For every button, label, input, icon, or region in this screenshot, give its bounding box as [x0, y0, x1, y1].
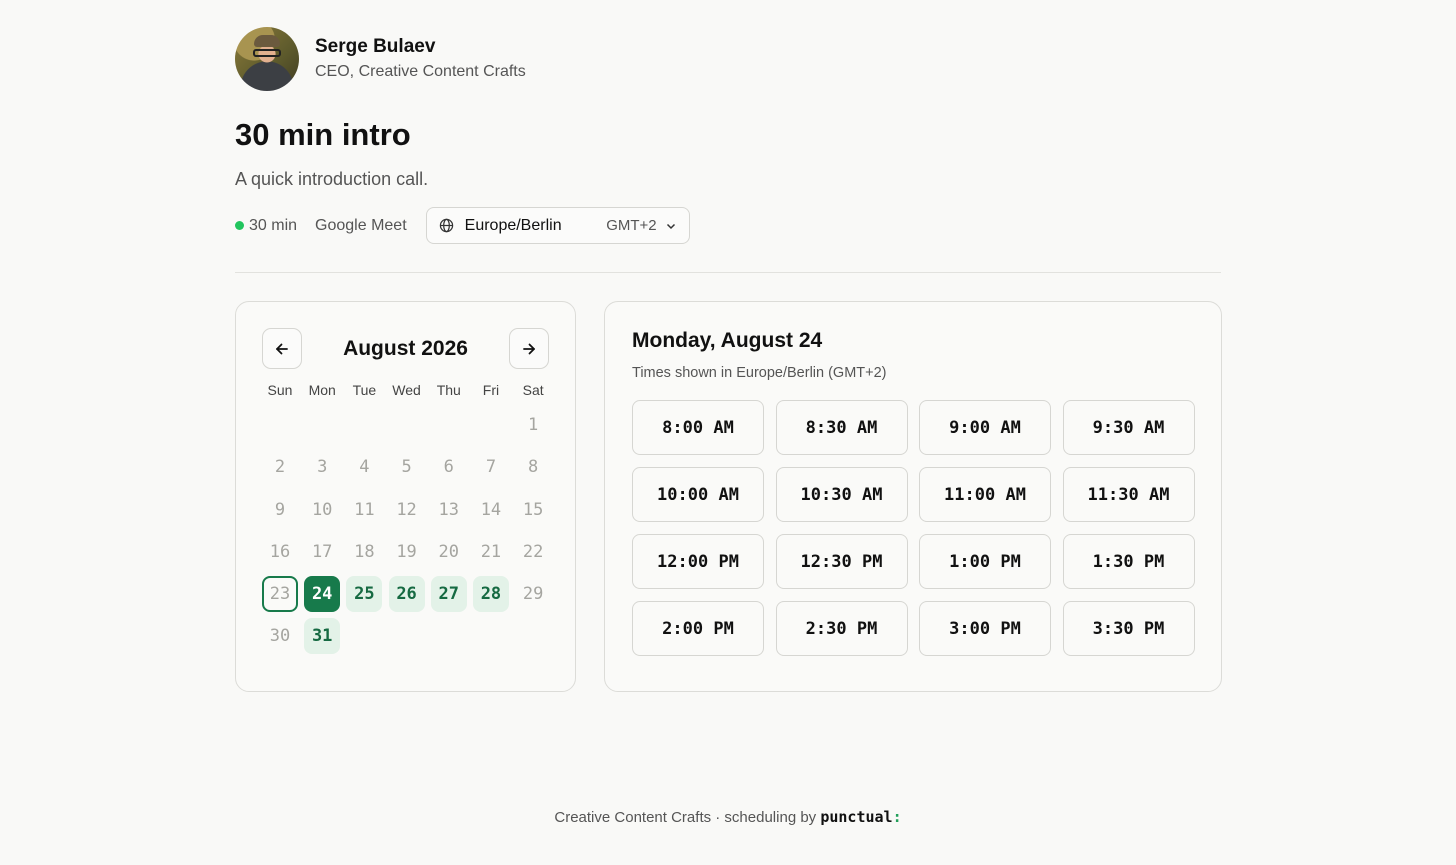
weekday-label: Tue — [352, 382, 377, 398]
calendar-day-13: 13 — [438, 499, 459, 520]
arrow-right-icon — [523, 343, 535, 354]
calendar-day-30: 30 — [269, 626, 291, 647]
time-slot-button[interactable]: 9:30 AM — [1062, 400, 1195, 455]
time-slot-button[interactable]: 8:30 AM — [775, 400, 908, 455]
time-slot-button[interactable]: 3:00 PM — [919, 601, 1051, 656]
duration-label: 30 min — [249, 216, 298, 234]
time-slot-button[interactable]: 2:30 PM — [775, 601, 908, 656]
footer: Creative Content Crafts · scheduling by … — [0, 808, 1456, 826]
calendar-day-12: 12 — [396, 499, 417, 520]
time-slot-button[interactable]: 11:00 AM — [919, 467, 1051, 522]
event-meta: 30 min Google Meet Europe/Berlin GMT+2 — [235, 207, 1221, 244]
event-title: 30 min intro — [235, 117, 411, 152]
calendar-day-15: 15 — [522, 499, 544, 520]
calendar-day-28[interactable]: 28 — [472, 575, 509, 612]
calendar-day-6: 6 — [443, 457, 454, 478]
calendar-day-10: 10 — [311, 499, 333, 520]
calendar-day-2: 2 — [274, 457, 286, 478]
calendar-day-7: 7 — [485, 457, 497, 478]
calendar-day-21: 21 — [480, 541, 502, 562]
time-slot-button[interactable]: 2:00 PM — [632, 601, 764, 656]
time-slot-button[interactable]: 12:00 PM — [632, 534, 764, 589]
weekday-label: Thu — [436, 382, 461, 398]
calendar-day-18: 18 — [354, 541, 375, 562]
calendar-day-16: 16 — [269, 541, 291, 562]
footer-brand[interactable]: punctual — [820, 808, 892, 826]
host-info: Serge Bulaev CEO, Creative Content Craft… — [315, 35, 526, 83]
timezone-select[interactable]: Europe/Berlin GMT+2 — [425, 207, 690, 244]
location-label: Google Meet — [315, 216, 407, 234]
calendar-day-29: 29 — [522, 583, 544, 604]
calendar-day-8: 8 — [528, 457, 539, 478]
globe-icon — [439, 218, 453, 233]
booking-panels: August 2026 Sun Mon Tue Wed Thu Fri Sat 1 2 3 4 5 6 7… — [235, 301, 1222, 692]
timezone-note: Times shown in Europe/Berlin (GMT+2) — [632, 365, 887, 381]
calendar-day-5: 5 — [401, 457, 412, 478]
calendar-day-19: 19 — [396, 541, 417, 562]
timezone-offset: GMT+2 — [606, 217, 657, 234]
calendar-header: August 2026 — [262, 328, 549, 369]
host-header: Serge Bulaev CEO, Creative Content Craft… — [235, 27, 1221, 91]
footer-brand-suffix: : — [892, 808, 902, 826]
next-month-button[interactable] — [509, 328, 549, 369]
weekday-label: Mon — [308, 382, 336, 398]
time-slot-button[interactable]: 9:00 AM — [919, 400, 1051, 455]
selected-date-label: Monday, August 24 — [632, 329, 823, 352]
time-slot-button[interactable]: 1:00 PM — [919, 534, 1051, 589]
calendar: August 2026 Sun Mon Tue Wed Thu Fri Sat 1 2 3 4 5 6 7… — [235, 301, 576, 692]
calendar-day-9: 9 — [274, 499, 286, 520]
event-description: A quick introduction call. — [235, 169, 429, 189]
weekday-label: Wed — [392, 382, 421, 398]
calendar-day-11: 11 — [354, 499, 375, 520]
calendar-day-3: 3 — [317, 457, 328, 478]
arrow-left-icon — [276, 343, 288, 354]
calendar-day-24[interactable]: 24 — [304, 575, 341, 612]
status-dot-icon — [235, 221, 244, 230]
calendar-day-14: 14 — [480, 499, 502, 520]
time-slot-button[interactable]: 10:00 AM — [632, 467, 764, 522]
prev-month-button[interactable] — [262, 328, 302, 369]
weekday-label: Sat — [522, 382, 544, 398]
month-label: August 2026 — [343, 336, 468, 360]
timezone-name: Europe/Berlin — [464, 216, 562, 234]
chevron-down-icon — [666, 223, 675, 229]
calendar-day-4: 4 — [359, 457, 370, 478]
calendar-day-31[interactable]: 31 — [304, 618, 341, 655]
divider — [235, 272, 1221, 273]
time-slot-button[interactable]: 11:30 AM — [1062, 467, 1195, 522]
weekday-label: Fri — [482, 382, 500, 398]
time-slot-button[interactable]: 12:30 PM — [775, 534, 908, 589]
calendar-day-27[interactable]: 27 — [430, 575, 467, 612]
avatar — [235, 27, 299, 91]
host-name: Serge Bulaev — [315, 36, 436, 57]
host-role: CEO, Creative Content Crafts — [315, 63, 526, 80]
calendar-day-22: 22 — [522, 541, 544, 562]
calendar-day-17: 17 — [311, 541, 333, 562]
time-slot-button[interactable]: 10:30 AM — [775, 467, 908, 522]
calendar-day-1: 1 — [528, 415, 539, 436]
calendar-grid: Sun Mon Tue Wed Thu Fri Sat 1 2 3 4 5 6 7 8 9 10 11 12 13 14… — [262, 379, 549, 655]
calendar-day-26[interactable]: 26 — [388, 575, 425, 612]
time-slots-grid: 8:00 AM 8:30 AM 9:00 AM 9:30 AM 10:00 AM 10:3… — [632, 400, 1195, 656]
calendar-day-23: 23 — [262, 575, 298, 612]
time-slot-button[interactable]: 8:00 AM — [632, 400, 764, 455]
time-slot-button[interactable]: 3:30 PM — [1062, 601, 1195, 656]
calendar-day-25[interactable]: 25 — [346, 575, 383, 612]
time-slots-panel: Monday, August 24 Times shown in Europe/… — [604, 301, 1222, 692]
time-slot-button[interactable]: 1:30 PM — [1062, 534, 1195, 589]
calendar-day-20: 20 — [438, 541, 459, 562]
duration: 30 min — [235, 217, 297, 235]
booking-page: Serge Bulaev CEO, Creative Content Craft… — [235, 27, 1222, 692]
weekday-label: Sun — [267, 382, 293, 398]
footer-company: Creative Content Crafts · scheduling by — [554, 809, 821, 826]
